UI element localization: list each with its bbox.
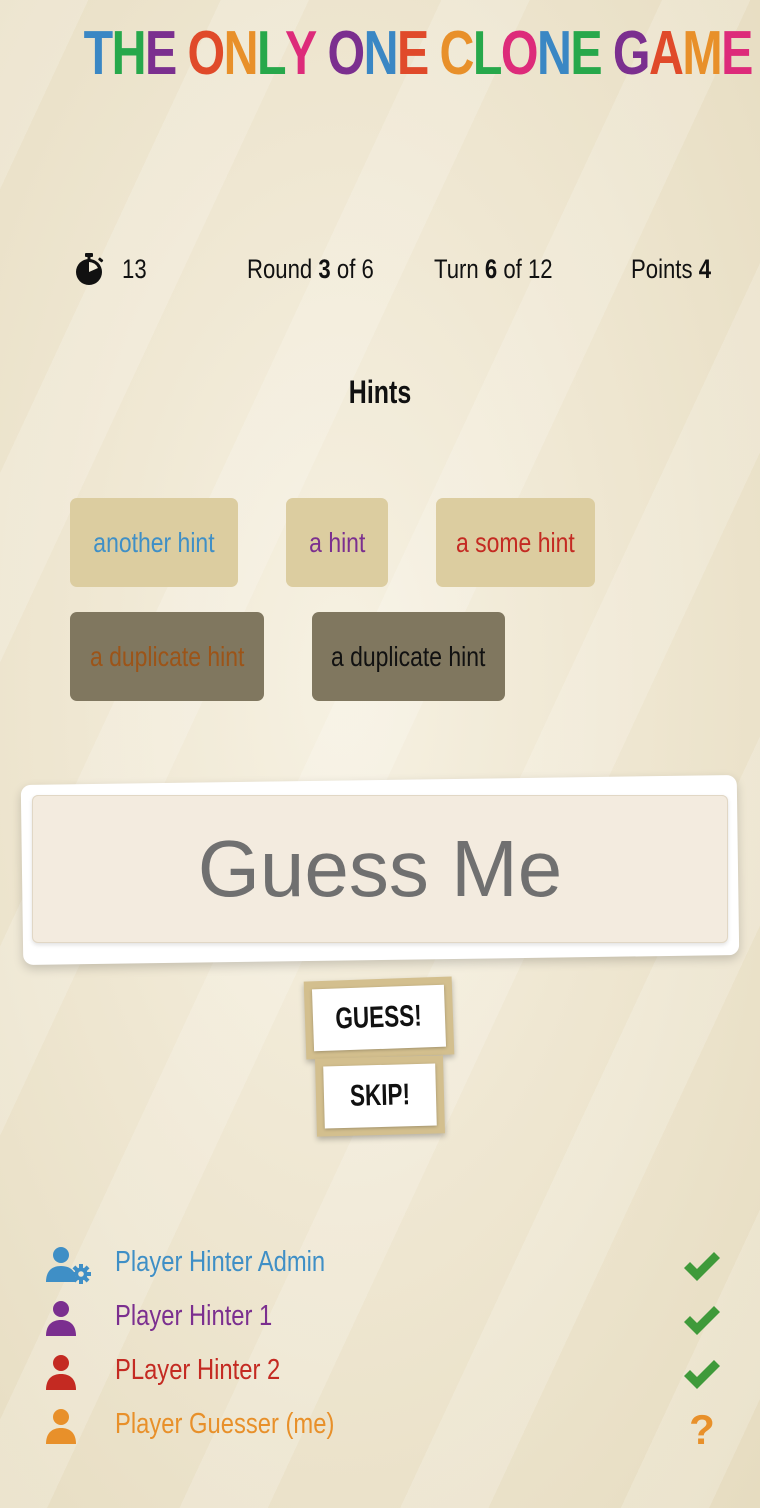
title-letter: A — [648, 19, 684, 88]
check-icon — [684, 1360, 720, 1389]
title-letter: H — [111, 19, 147, 88]
duplicate-hint-card: a duplicate hint — [70, 612, 264, 701]
player-name: Player Guesser (me) — [115, 1408, 335, 1440]
title-letter — [316, 18, 328, 89]
hint-card: a some hint — [436, 498, 595, 587]
stopwatch-icon — [76, 253, 104, 285]
title-letter: M — [682, 19, 722, 88]
title-letter: G — [612, 19, 651, 88]
title-letter: O — [327, 19, 366, 88]
title-letter: N — [363, 19, 399, 88]
title-letter: E — [721, 19, 753, 88]
user-icon — [46, 1409, 76, 1444]
user-icon — [46, 1301, 76, 1336]
player-row: Player Guesser (me) ? — [44, 1406, 724, 1450]
hints-heading: Hints — [348, 374, 412, 410]
title-letter: T — [83, 19, 114, 88]
title-letter: Y — [284, 19, 317, 88]
title-letter: L — [472, 19, 503, 88]
user-icon — [46, 1355, 76, 1390]
check-icon — [684, 1306, 720, 1335]
guess-button-label: GUESS! — [335, 999, 423, 1036]
round-total: 6 — [361, 254, 374, 284]
guess-input[interactable] — [32, 795, 728, 943]
player-row: Player Hinter 1 — [44, 1298, 724, 1342]
skip-button-label: SKIP! — [349, 1078, 411, 1113]
title-letter: O — [187, 19, 226, 88]
timer-value: 13 — [122, 254, 147, 284]
question-icon: ? — [689, 1406, 715, 1450]
title-letter — [601, 18, 613, 89]
turn-total: 12 — [527, 254, 553, 284]
player-name: Player Hinter 1 — [115, 1300, 273, 1332]
turn-current: 6 — [484, 254, 498, 284]
hint-card: a hint — [286, 498, 388, 587]
title-letter: N — [536, 19, 572, 88]
player-row: PLayer Hinter 2 — [44, 1352, 724, 1396]
guess-button[interactable]: GUESS! — [303, 976, 455, 1060]
user-cog-icon — [46, 1247, 91, 1284]
title-letter: E — [144, 19, 177, 88]
duplicate-hint-card: a duplicate hint — [312, 612, 505, 701]
title-letter — [176, 18, 188, 89]
title-letter — [428, 18, 440, 89]
check-icon — [684, 1252, 720, 1281]
round-counter: Round 3 of 6 — [247, 254, 374, 284]
points-counter: Points 4 — [631, 254, 712, 284]
title-letter: N — [223, 19, 259, 88]
title-letter: E — [396, 19, 429, 88]
player-row: Player Hinter Admin — [44, 1244, 724, 1288]
title-letter: E — [570, 19, 602, 88]
turn-counter: Turn 6 of 12 — [434, 254, 553, 284]
svg-text:?: ? — [689, 1406, 715, 1450]
stats-bar: 13 Round 3 of 6 Turn 6 of 12 Points 4 — [0, 248, 760, 292]
points-value: 4 — [698, 254, 712, 284]
player-name: PLayer Hinter 2 — [115, 1354, 281, 1386]
player-name: Player Hinter Admin — [115, 1246, 326, 1278]
skip-button[interactable]: SKIP! — [315, 1055, 445, 1137]
round-current: 3 — [318, 254, 331, 284]
title-letter: O — [500, 19, 539, 88]
title-letter: C — [439, 19, 475, 88]
hint-card: another hint — [70, 498, 238, 587]
title-letter: L — [256, 19, 287, 88]
game-title: THE ONLY ONE CLONE GAME — [83, 18, 754, 89]
